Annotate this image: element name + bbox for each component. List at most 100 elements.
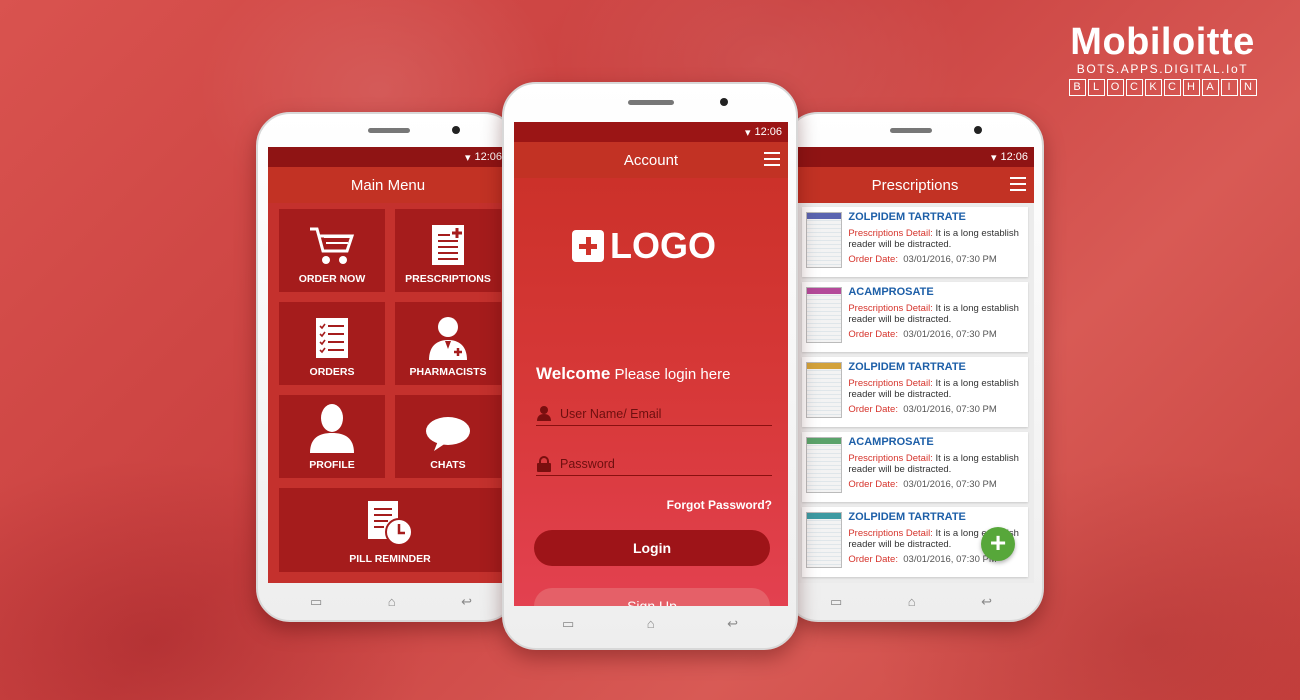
hamburger-menu-icon[interactable]	[1010, 177, 1026, 195]
prescription-thumbnail	[806, 287, 843, 343]
tile-profile[interactable]: PROFILE	[279, 395, 385, 478]
nav-buttons: ▭ ⌂ ↩	[562, 616, 738, 632]
tile-chats[interactable]: CHATS	[395, 395, 501, 478]
status-time: 12:06	[1000, 151, 1028, 163]
password-placeholder: Password	[560, 456, 615, 471]
tile-label: PRESCRIPTIONS	[405, 273, 491, 285]
tile-order-now[interactable]: ORDER NOW	[279, 209, 385, 292]
chain-letter: H	[1182, 79, 1200, 96]
tile-orders[interactable]: ORDERS	[279, 302, 385, 385]
signup-button[interactable]: Sign Up	[534, 588, 770, 606]
back-key-icon[interactable]: ↩	[461, 594, 472, 610]
phone-account: ▾ 12:06 Account LOGO Welcome Please logi…	[502, 82, 798, 650]
welcome-heading: Welcome	[536, 364, 611, 383]
prescription-list: ZOLPIDEM TARTRATE Prescriptions Detail: …	[796, 203, 1034, 577]
menu-key-icon[interactable]: ▭	[562, 616, 574, 632]
prescription-thumbnail	[806, 437, 843, 493]
tile-pill-reminder[interactable]: PILL REMINDER	[279, 488, 501, 572]
hamburger-menu-icon[interactable]	[764, 152, 780, 170]
speaker	[368, 128, 410, 133]
drug-name: ZOLPIDEM TARTRATE	[848, 361, 966, 373]
tile-pharmacists[interactable]: PHARMACISTS	[395, 302, 501, 385]
status-time: 12:06	[474, 151, 502, 163]
wifi-icon: ▾	[464, 151, 471, 164]
chain-letter: A	[1201, 79, 1219, 96]
wifi-icon: ▾	[744, 126, 751, 139]
app-logo: LOGO	[572, 225, 716, 267]
home-key-icon[interactable]: ⌂	[908, 594, 916, 610]
order-date: 03/01/2016, 07:30 PM	[903, 554, 997, 565]
logo-text: LOGO	[610, 225, 716, 266]
reminder-clock-icon	[368, 501, 413, 546]
pharmacist-icon	[429, 317, 467, 360]
checklist-icon	[316, 318, 348, 358]
chain-letter: N	[1239, 79, 1257, 96]
drug-name: ZOLPIDEM TARTRATE	[848, 511, 966, 523]
brand-chain: B L O C K C H A I N	[1055, 79, 1270, 96]
account-screen: ▾ 12:06 Account LOGO Welcome Please logi…	[514, 122, 788, 606]
status-bar: ▾ 12:06	[796, 147, 1034, 167]
nav-buttons: ▭ ⌂ ↩	[830, 594, 992, 610]
menu-key-icon[interactable]: ▭	[310, 594, 322, 610]
date-label: Order Date:	[848, 479, 898, 490]
chain-letter: L	[1087, 79, 1105, 96]
app-bar: Prescriptions	[796, 167, 1034, 203]
back-key-icon[interactable]: ↩	[727, 616, 738, 632]
app-bar: Account	[514, 142, 788, 178]
camera	[720, 98, 728, 106]
tile-prescriptions[interactable]: PRESCRIPTIONS	[395, 209, 501, 292]
page-title: Main Menu	[350, 176, 426, 194]
prescription-thumbnail	[806, 362, 843, 418]
tile-label: PILL REMINDER	[349, 553, 431, 565]
back-key-icon[interactable]: ↩	[981, 594, 992, 610]
list-item[interactable]: ZOLPIDEM TARTRATE Prescriptions Detail: …	[802, 207, 1028, 277]
main-menu-screen: ▾ 12:06 Main Menu ORDER NOW PRESCRIPTION…	[268, 147, 508, 583]
forgot-password-link[interactable]: Forgot Password?	[667, 498, 772, 512]
prescription-thumbnail	[806, 512, 843, 568]
user-icon	[310, 404, 354, 453]
chain-letter: O	[1106, 79, 1124, 96]
page-title: Account	[623, 151, 679, 169]
phone-prescriptions: ▾ 12:06 Prescriptions ZOLPIDEM TARTRATE …	[784, 112, 1044, 622]
list-item[interactable]: ZOLPIDEM TARTRATE Prescriptions Detail: …	[802, 357, 1028, 427]
drug-name: ZOLPIDEM TARTRATE	[848, 211, 966, 223]
add-prescription-button[interactable]: +	[981, 527, 1015, 561]
list-item[interactable]: ACAMPROSATE Prescriptions Detail: It is …	[802, 432, 1028, 502]
list-item[interactable]: ACAMPROSATE Prescriptions Detail: It is …	[802, 282, 1028, 352]
nav-buttons: ▭ ⌂ ↩	[310, 594, 472, 610]
home-key-icon[interactable]: ⌂	[388, 594, 396, 610]
chain-letter: C	[1125, 79, 1143, 96]
prescriptions-screen: ▾ 12:06 Prescriptions ZOLPIDEM TARTRATE …	[796, 147, 1034, 583]
chat-bubble-icon	[426, 417, 470, 451]
chain-letter: B	[1068, 79, 1086, 96]
tile-label: CHATS	[430, 459, 466, 471]
user-icon	[536, 406, 552, 422]
home-key-icon[interactable]: ⌂	[647, 616, 655, 632]
logo-cross-icon	[572, 230, 604, 262]
date-label: Order Date:	[848, 329, 898, 340]
login-button[interactable]: Login	[534, 530, 770, 566]
welcome-text: Welcome Please login here	[536, 364, 730, 384]
password-field[interactable]: Password	[536, 452, 772, 476]
lock-icon	[536, 455, 552, 472]
prescription-thumbnail	[806, 212, 843, 268]
username-placeholder: User Name/ Email	[560, 406, 662, 421]
chain-letter: I	[1220, 79, 1238, 96]
order-date: 03/01/2016, 07:30 PM	[903, 254, 997, 265]
status-bar: ▾ 12:06	[268, 147, 508, 167]
date-label: Order Date:	[848, 554, 898, 565]
date-label: Order Date:	[848, 404, 898, 415]
menu-grid: ORDER NOW PRESCRIPTIONS ORDERS PHARMACIS…	[268, 203, 508, 572]
detail-label: Prescriptions Detail:	[848, 228, 933, 239]
status-bar: ▾ 12:06	[514, 122, 788, 142]
menu-key-icon[interactable]: ▭	[830, 594, 842, 610]
order-date: 03/01/2016, 07:30 PM	[903, 329, 997, 340]
detail-label: Prescriptions Detail:	[848, 303, 933, 314]
username-field[interactable]: User Name/ Email	[536, 402, 772, 426]
brand-logo: Mobiloitte BOTS.APPS.DIGITAL.IoT B L O C…	[1055, 22, 1270, 96]
detail-label: Prescriptions Detail:	[848, 453, 933, 464]
speaker	[890, 128, 932, 133]
detail-label: Prescriptions Detail:	[848, 378, 933, 389]
page-title: Prescriptions	[871, 176, 959, 194]
prescription-icon	[432, 225, 464, 265]
